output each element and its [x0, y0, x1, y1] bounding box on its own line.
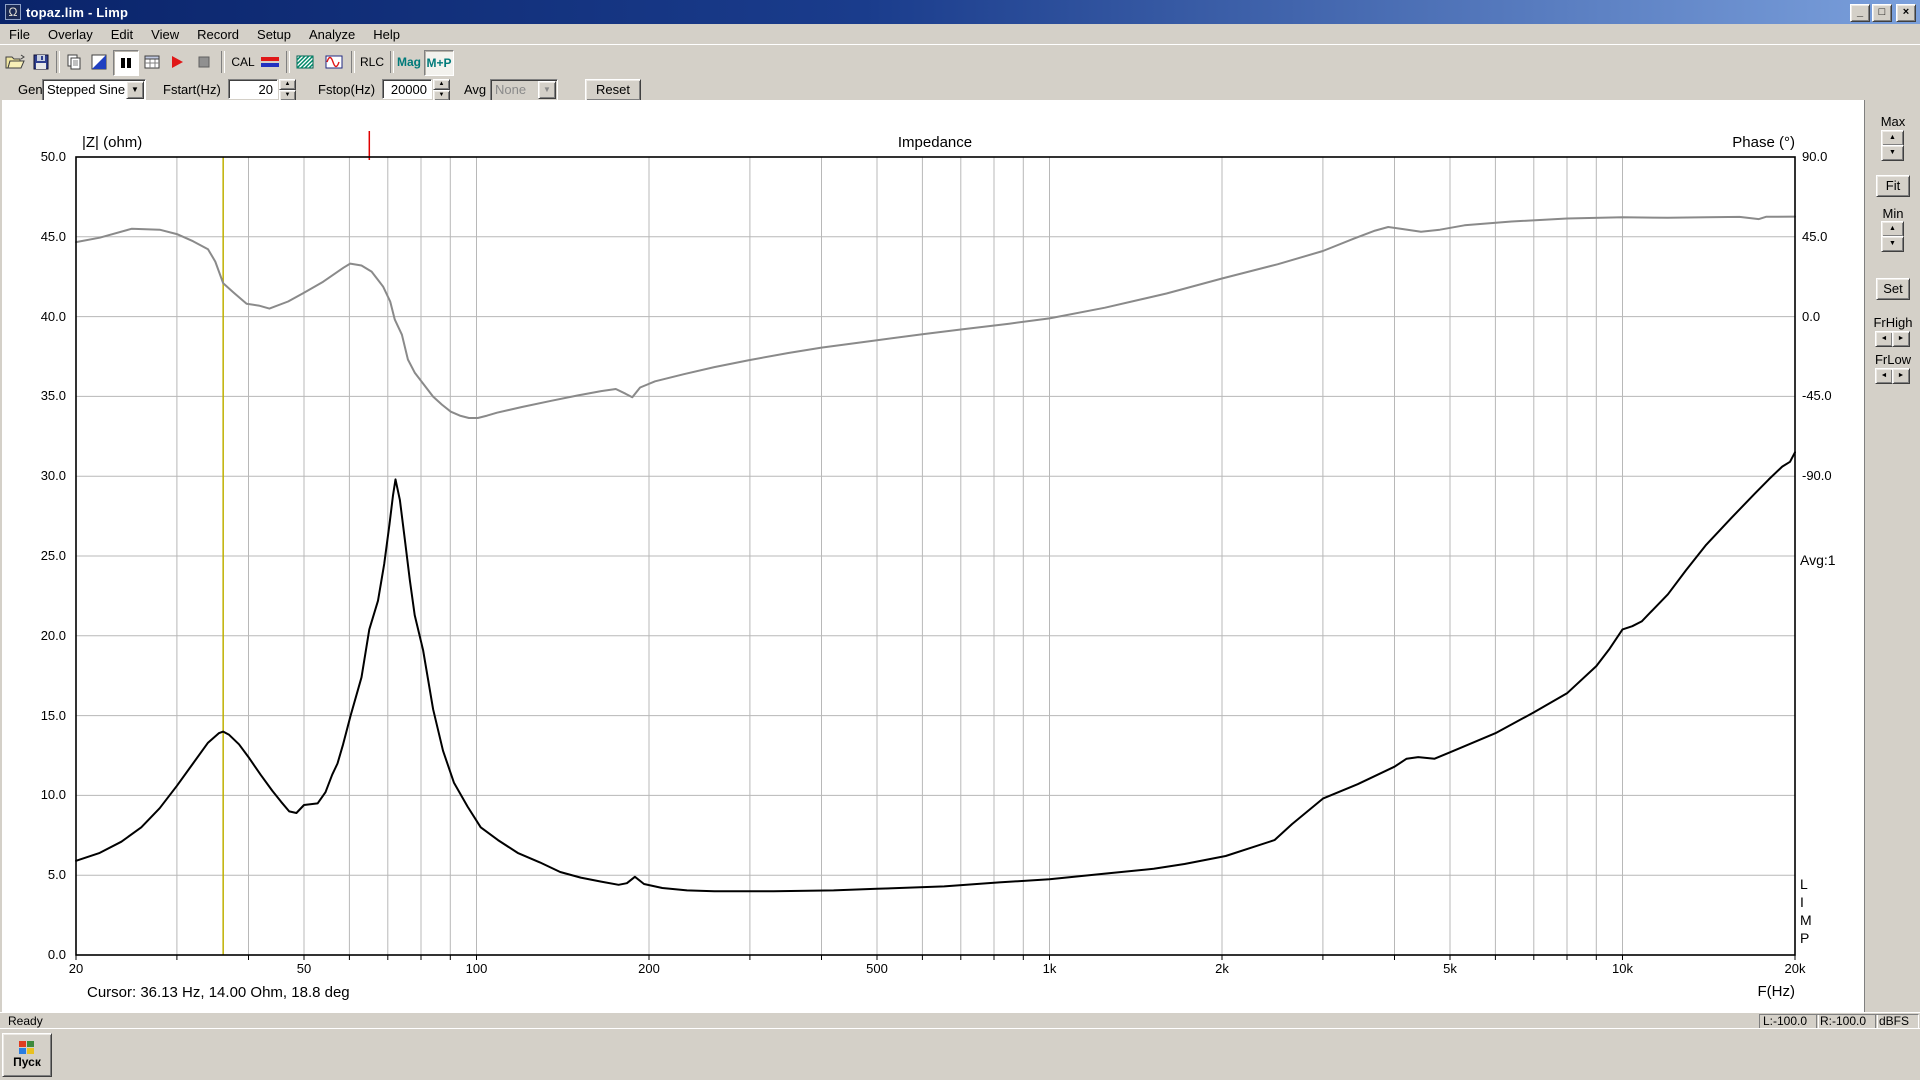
- fit-button[interactable]: Fit: [1876, 175, 1910, 197]
- start-record-button[interactable]: [165, 50, 189, 74]
- min-up-button[interactable]: ▲: [1881, 221, 1904, 237]
- status-bar: Ready L:-100.0 R:-100.0 dBFS: [0, 1012, 1920, 1029]
- chevron-down-icon: ▼: [538, 81, 556, 99]
- generator-settings-row: Gen Stepped Sine ▼ Fstart(Hz) 20 ▲▼ Fsto…: [0, 78, 1920, 100]
- calibrate-button[interactable]: CAL: [230, 50, 256, 74]
- toolbar-separator: [286, 51, 290, 73]
- rlc-button[interactable]: RLC: [358, 50, 386, 74]
- menu-item-analyze[interactable]: Analyze: [300, 25, 364, 44]
- fstop-label: Fstop(Hz): [318, 82, 375, 97]
- magnitude-view-button[interactable]: Mag: [396, 50, 422, 74]
- max-down-button[interactable]: ▼: [1881, 145, 1904, 161]
- level-meter-button[interactable]: [258, 50, 282, 74]
- toolbar-separator: [390, 51, 394, 73]
- frlow-right-button[interactable]: ►: [1892, 368, 1910, 384]
- magnitude-phase-view-button[interactable]: M+P: [424, 50, 454, 76]
- open-file-button[interactable]: [3, 50, 27, 74]
- menu-item-setup[interactable]: Setup: [248, 25, 300, 44]
- frhigh-right-button[interactable]: ►: [1892, 331, 1910, 347]
- spectrum-button[interactable]: [293, 50, 317, 74]
- max-up-button[interactable]: ▲: [1881, 130, 1904, 146]
- signal-generator-button[interactable]: [322, 50, 346, 74]
- table-view-button[interactable]: [140, 50, 164, 74]
- app-icon: Ω: [5, 4, 21, 20]
- title-bar: Ω topaz.lim - Limp _ □ ×: [0, 0, 1920, 24]
- fstop-input[interactable]: 20000: [382, 79, 432, 99]
- chart-side-panel: Max ▲ ▼ Fit Min ▲ ▼ Set FrHigh ◄ ► FrLow…: [1864, 100, 1920, 1012]
- fstart-label: Fstart(Hz): [163, 82, 221, 97]
- status-text: Ready: [8, 1014, 43, 1028]
- menu-item-view[interactable]: View: [142, 25, 188, 44]
- start-button[interactable]: Пуск: [2, 1033, 52, 1077]
- menu-bar: FileOverlayEditViewRecordSetupAnalyzeHel…: [0, 24, 1920, 44]
- frhigh-label: FrHigh: [1865, 315, 1920, 330]
- toolbar-separator: [56, 51, 60, 73]
- stop-record-button[interactable]: [192, 50, 216, 74]
- right-level-indicator: R:-100.0: [1816, 1014, 1878, 1029]
- background-color-toggle-button[interactable]: [87, 50, 111, 74]
- fstart-spinner[interactable]: ▲▼: [279, 79, 296, 99]
- impedance-plot[interactable]: [76, 157, 1795, 955]
- frlow-left-button[interactable]: ◄: [1875, 368, 1893, 384]
- left-level-indicator: L:-100.0: [1759, 1014, 1819, 1029]
- window-title: topaz.lim - Limp: [26, 5, 128, 20]
- max-label: Max: [1865, 114, 1920, 129]
- level-units-indicator: dBFS: [1875, 1014, 1919, 1029]
- set-button[interactable]: Set: [1876, 278, 1910, 300]
- menu-item-file[interactable]: File: [0, 25, 39, 44]
- menu-item-help[interactable]: Help: [364, 25, 409, 44]
- frhigh-left-button[interactable]: ◄: [1875, 331, 1893, 347]
- avg-label: Avg: [464, 82, 486, 97]
- toolbar-separator: [351, 51, 355, 73]
- gen-label: Gen: [18, 82, 43, 97]
- menu-item-edit[interactable]: Edit: [102, 25, 142, 44]
- taskbar: Пуск EN 14:50 12.02.2024 ▭ ▤e✉O▣●♪▨▦□Ω✱▮…: [0, 1028, 1920, 1080]
- copy-button[interactable]: [62, 50, 86, 74]
- menu-item-record[interactable]: Record: [188, 25, 248, 44]
- limp-application-window: Ω topaz.lim - Limp _ □ × FileOverlayEdit…: [0, 0, 1920, 1080]
- chevron-down-icon[interactable]: ▼: [126, 81, 144, 99]
- fstop-spinner[interactable]: ▲▼: [433, 79, 450, 99]
- min-down-button[interactable]: ▼: [1881, 236, 1904, 252]
- maximize-button[interactable]: □: [1872, 4, 1892, 22]
- windows-logo-icon: [19, 1041, 35, 1055]
- toolbar-separator: [221, 51, 225, 73]
- pause-button[interactable]: [113, 50, 139, 76]
- generator-type-select[interactable]: Stepped Sine ▼: [42, 79, 146, 101]
- close-button[interactable]: ×: [1896, 4, 1916, 22]
- min-label: Min: [1865, 206, 1920, 221]
- save-button[interactable]: [29, 50, 53, 74]
- averaging-select: None ▼: [490, 79, 558, 101]
- frlow-label: FrLow: [1865, 352, 1920, 367]
- minimize-button[interactable]: _: [1850, 4, 1870, 22]
- reset-button[interactable]: Reset: [585, 79, 641, 101]
- toolbar: CAL RLC Mag M+P: [0, 44, 1920, 79]
- fstart-input[interactable]: 20: [228, 79, 278, 99]
- menu-item-overlay[interactable]: Overlay: [39, 25, 102, 44]
